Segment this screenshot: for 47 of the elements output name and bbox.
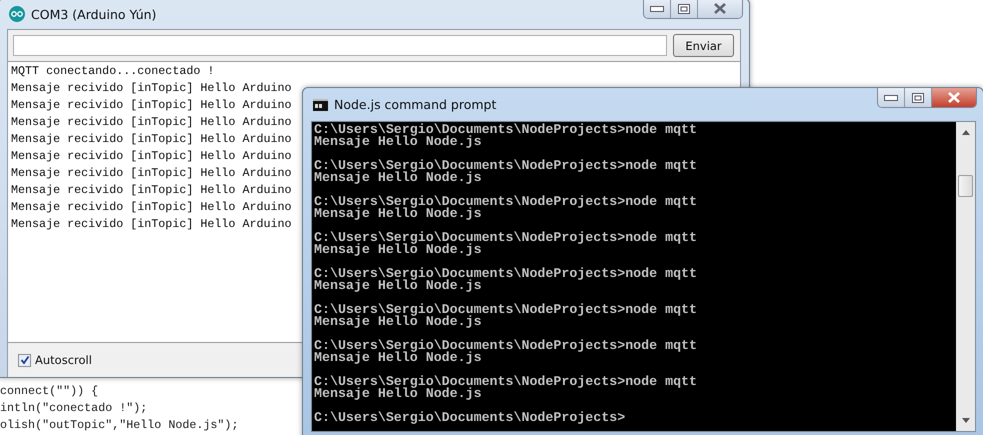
- serial-output-line: Mensaje recivido [inTopic] Hello Arduino: [11, 216, 292, 233]
- maximize-icon[interactable]: [912, 92, 924, 102]
- window-title: Node.js command prompt: [334, 97, 498, 112]
- console-command-line: C:\Users\Sergio\Documents\NodeProjects>node mqtt: [314, 268, 698, 280]
- maximize-icon[interactable]: [678, 4, 690, 14]
- serial-output-line: Mensaje recivido [inTopic] Hello Arduino: [11, 131, 292, 148]
- console-output-line: Mensaje Hello Node.js: [314, 172, 482, 184]
- console-output-line: Mensaje Hello Node.js: [314, 316, 482, 328]
- serial-output-line: Mensaje recivido [inTopic] Hello Arduino: [11, 97, 292, 114]
- console-output-line: Mensaje Hello Node.js: [314, 352, 482, 364]
- vertical-scrollbar[interactable]: [956, 122, 975, 431]
- console-output-line: Mensaje Hello Node.js: [314, 388, 482, 400]
- scroll-up-arrow-icon[interactable]: [962, 130, 970, 135]
- scroll-down-arrow-icon[interactable]: [962, 418, 970, 423]
- console-command-line: C:\Users\Sergio\Documents\NodeProjects>: [314, 412, 626, 424]
- code-line: intln("conectado !");: [0, 400, 148, 417]
- console-command-line: C:\Users\Sergio\Documents\NodeProjects>node mqtt: [314, 304, 698, 316]
- infinity-logo-icon[interactable]: [9, 6, 25, 22]
- console-output-line: Mensaje Hello Node.js: [314, 244, 482, 256]
- console-command-line: C:\Users\Sergio\Documents\NodeProjects>node mqtt: [314, 340, 698, 352]
- checkbox-label: Autoscroll: [35, 353, 92, 367]
- message-input-field[interactable]: [13, 35, 667, 56]
- minimize-icon[interactable]: [884, 94, 898, 100]
- console-command-line: C:\Users\Sergio\Documents\NodeProjects>node mqtt: [314, 196, 698, 208]
- serial-output-line: Mensaje recivido [inTopic] Hello Arduino: [11, 80, 292, 97]
- console-output-line: Mensaje Hello Node.js: [314, 136, 482, 148]
- serial-output-line: Mensaje recivido [inTopic] Hello Arduino: [11, 182, 292, 199]
- serial-output-line: Mensaje recivido [inTopic] Hello Arduino: [11, 114, 292, 131]
- window-title: COM3 (Arduino Yún): [31, 6, 158, 22]
- console-command-line: C:\Users\Sergio\Documents\NodeProjects>node mqtt: [314, 232, 698, 244]
- minimize-icon[interactable]: [650, 6, 664, 12]
- code-line: olish("outTopic","Hello Node.js");: [0, 417, 238, 434]
- console-icon[interactable]: [313, 98, 328, 110]
- console-output-line: Mensaje Hello Node.js: [314, 208, 482, 220]
- serial-output-line: Mensaje recivido [inTopic] Hello Arduino: [11, 148, 292, 165]
- close-icon[interactable]: [713, 3, 727, 14]
- serial-output-line: Mensaje recivido [inTopic] Hello Arduino: [11, 165, 292, 182]
- console-command-line: C:\Users\Sergio\Documents\NodeProjects>node mqtt: [314, 160, 698, 172]
- autoscroll-checkbox[interactable]: [18, 354, 31, 366]
- send-button[interactable]: Enviar: [673, 34, 734, 57]
- code-line: connect("")) {: [0, 383, 98, 400]
- console-command-line: C:\Users\Sergio\Documents\NodeProjects>node mqtt: [314, 376, 698, 388]
- scrollbar-thumb[interactable]: [958, 175, 973, 197]
- console-command-line: C:\Users\Sergio\Documents\NodeProjects>node mqtt: [314, 124, 698, 136]
- serial-output-line: MQTT conectando...conectado !: [11, 63, 214, 80]
- serial-output-line: Mensaje recivido [inTopic] Hello Arduino: [11, 199, 292, 216]
- console-output-line: Mensaje Hello Node.js: [314, 280, 482, 292]
